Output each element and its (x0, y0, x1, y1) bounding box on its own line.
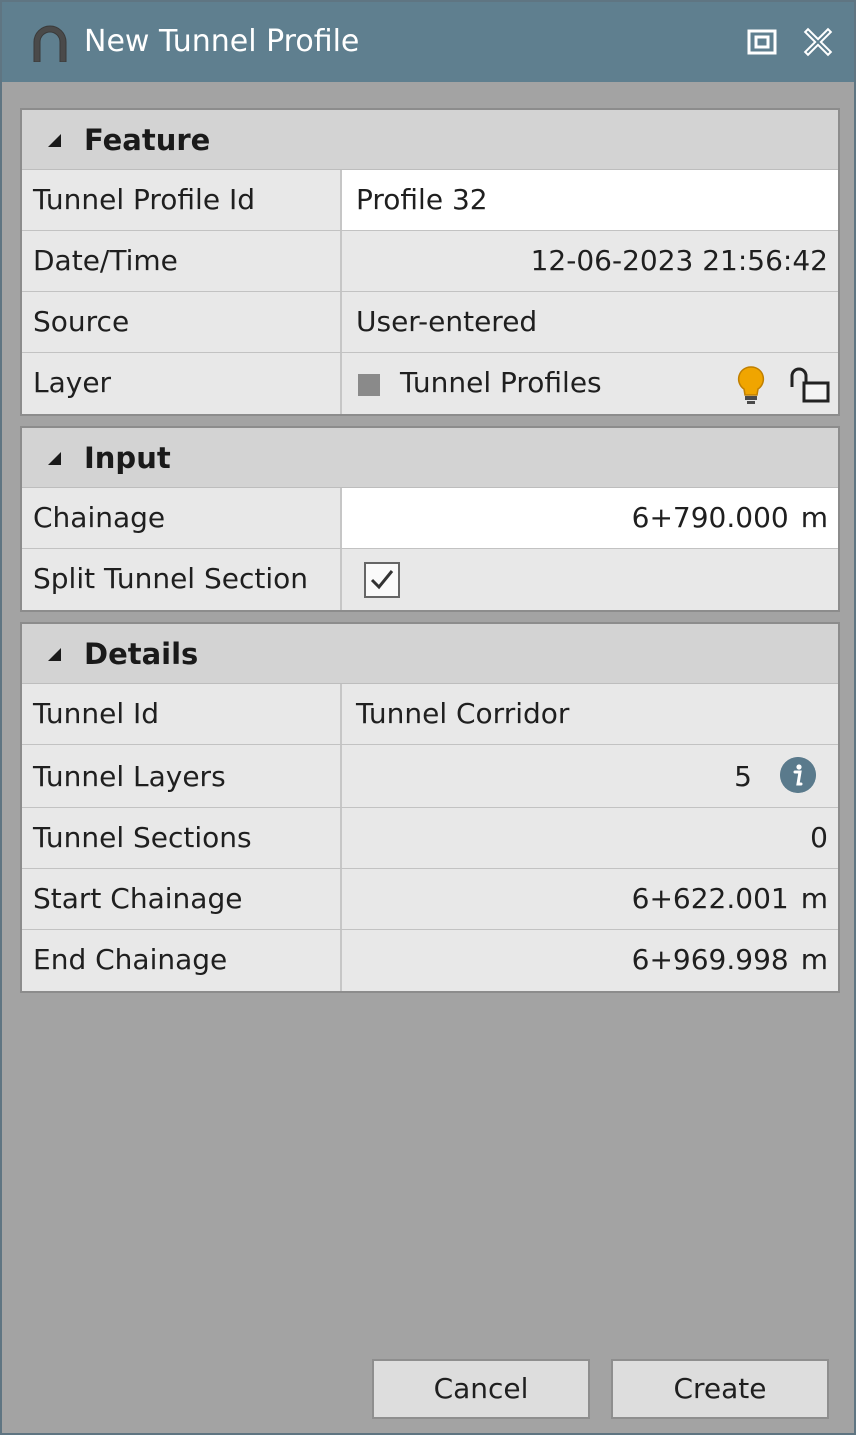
tunnel-layers-cell: 5 (342, 745, 838, 807)
chainage-value: 6+790.000 (631, 501, 789, 534)
row-chainage: Chainage 6+790.000 m (22, 488, 838, 549)
unit-label: m (800, 501, 828, 534)
chainage-input[interactable]: 6+790.000 m (342, 488, 838, 548)
title-bar[interactable]: New Tunnel Profile (2, 2, 854, 82)
row-label: Layer (22, 353, 342, 414)
row-label: Date/Time (22, 231, 342, 291)
row-label: Split Tunnel Section (22, 549, 342, 610)
collapse-caret-icon[interactable] (48, 134, 61, 147)
row-end-chainage: End Chainage 6+969.998 m (22, 930, 838, 991)
close-icon[interactable] (800, 24, 836, 60)
tunnel-sections-value: 0 (810, 821, 828, 854)
cancel-button[interactable]: Cancel (372, 1359, 590, 1419)
layer-color-swatch (358, 374, 380, 396)
section-title: Feature (84, 123, 211, 157)
split-tunnel-section-cell (342, 549, 838, 610)
start-chainage-cell: 6+622.001 m (342, 869, 838, 929)
collapse-caret-icon[interactable] (48, 648, 61, 661)
tunnel-layers-value: 5 (734, 760, 752, 793)
row-label: Source (22, 292, 342, 352)
row-label: End Chainage (22, 930, 342, 991)
row-label: Tunnel Id (22, 684, 342, 744)
input-section: Input Chainage 6+790.000 m Split Tunnel S… (20, 426, 840, 612)
dialog-window: New Tunnel Profile Feature Tunnel Profil… (0, 0, 856, 1435)
row-label: Start Chainage (22, 869, 342, 929)
row-label: Tunnel Profile Id (22, 170, 342, 230)
row-tunnel-profile-id: Tunnel Profile Id Profile 32 (22, 170, 838, 231)
unlock-icon[interactable] (788, 367, 832, 403)
end-chainage-value: 6+969.998 (631, 943, 789, 976)
feature-section-header[interactable]: Feature (22, 110, 838, 170)
row-label: Tunnel Sections (22, 808, 342, 868)
source-value: User-entered (356, 305, 538, 338)
tunnel-icon (33, 25, 67, 62)
tunnel-profile-id-input[interactable]: Profile 32 (342, 170, 838, 230)
end-chainage-cell: 6+969.998 m (342, 930, 838, 991)
unit-label: m (800, 943, 828, 976)
section-title: Input (84, 441, 171, 475)
split-tunnel-section-checkbox[interactable] (364, 562, 400, 598)
row-split-tunnel-section: Split Tunnel Section (22, 549, 838, 610)
row-date-time: Date/Time 12-06-2023 21:56:42 (22, 231, 838, 292)
create-button[interactable]: Create (611, 1359, 829, 1419)
input-section-header[interactable]: Input (22, 428, 838, 488)
section-title: Details (84, 637, 199, 671)
row-tunnel-layers: Tunnel Layers 5 (22, 745, 838, 808)
dialog-title: New Tunnel Profile (84, 24, 360, 59)
layer-selector[interactable]: Tunnel Profiles (342, 353, 838, 414)
row-start-chainage: Start Chainage 6+622.001 m (22, 869, 838, 930)
row-label: Chainage (22, 488, 342, 548)
collapse-caret-icon[interactable] (48, 452, 61, 465)
lightbulb-icon[interactable] (736, 365, 766, 405)
date-time-value: 12-06-2023 21:56:42 (530, 244, 828, 277)
layer-name: Tunnel Profiles (400, 366, 602, 399)
row-tunnel-sections: Tunnel Sections 0 (22, 808, 838, 869)
row-tunnel-id: Tunnel Id Tunnel Corridor (22, 684, 838, 745)
unit-label: m (800, 882, 828, 915)
details-section-header[interactable]: Details (22, 624, 838, 684)
tunnel-id-value: Tunnel Corridor (356, 697, 570, 730)
row-label: Tunnel Layers (22, 745, 342, 807)
restore-icon[interactable] (744, 24, 780, 60)
feature-section: Feature Tunnel Profile Id Profile 32 Dat… (20, 108, 840, 416)
row-layer: Layer Tunnel Profiles (22, 353, 838, 414)
info-icon[interactable] (780, 757, 816, 793)
start-chainage-value: 6+622.001 (631, 882, 789, 915)
row-source: Source User-entered (22, 292, 838, 353)
details-section: Details Tunnel Id Tunnel Corridor Tunnel… (20, 622, 840, 993)
